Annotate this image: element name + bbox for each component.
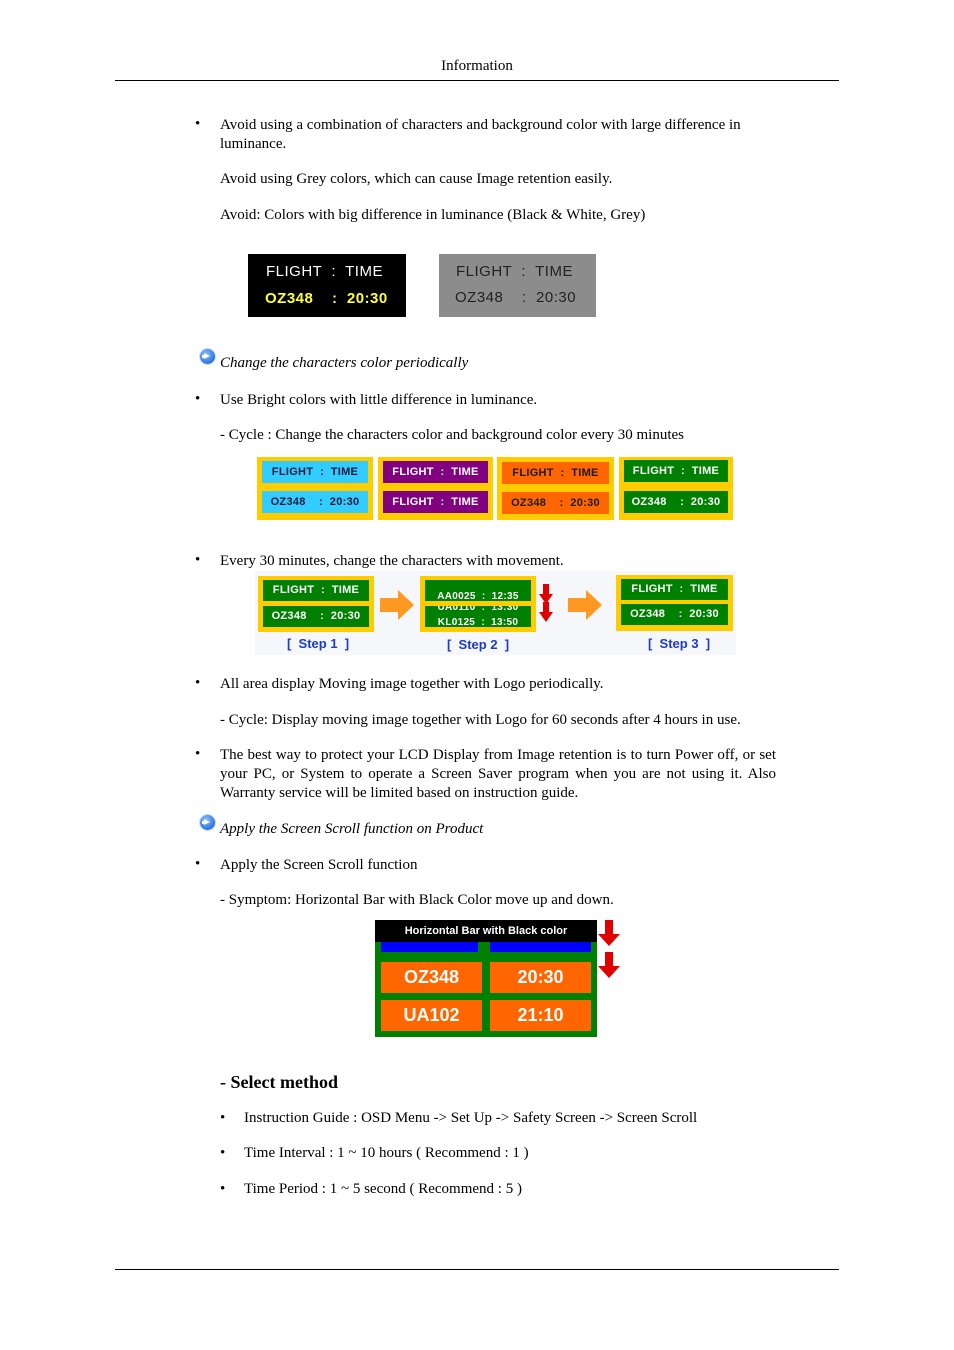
time-period-text: Time Period : 1 ~ 5 second ( Recommend :… <box>244 1181 522 1197</box>
board-row: OZ348 : 20:30 <box>262 491 368 513</box>
bullet: • <box>220 1181 226 1197</box>
panel-line-flight-number: OZ348 : 20:30 <box>265 290 388 307</box>
board-row: FLIGHT : TIME <box>262 461 368 483</box>
red-down-arrow-icon <box>598 920 620 946</box>
scrolling-row: KAT710 : 12:00 AA0025 : 12:35 <box>425 580 531 601</box>
moving-image-text: All area display Moving image together w… <box>220 676 604 692</box>
panel-line-flight-number: OZ348 : 20:30 <box>455 289 577 306</box>
board-row: FLIGHT : TIME <box>383 491 488 513</box>
orange-right-arrow-icon <box>568 590 602 620</box>
instruction-guide-text: Instruction Guide : OSD Menu -> Set Up -… <box>244 1110 698 1126</box>
step1-board: FLIGHT : TIME OZ348 : 20:30 <box>258 576 374 632</box>
panel-line-flight-time: FLIGHT : TIME <box>266 263 383 280</box>
avoid-grey-text: Avoid using Grey colors, which can cause… <box>220 171 613 187</box>
screen-scroll-text: Apply the Screen Scroll function <box>220 857 418 873</box>
black-horizontal-bar: Horizontal Bar with Black color <box>375 920 597 942</box>
avoid-luminance-text: Avoid: Colors with big difference in lum… <box>220 207 646 223</box>
arrow-circle-icon <box>200 349 215 364</box>
note-change-color: Change the characters color periodically <box>220 355 469 371</box>
step3-label: [ Step 3 ] <box>648 636 711 651</box>
symptom-text: - Symptom: Horizontal Bar with Black Col… <box>220 892 614 908</box>
screen-scroll-figure: FLIGHT TIME OZ348 20:30 UA102 21:10 Hori… <box>375 920 597 1037</box>
color-board-green: FLIGHT : TIME OZ348 : 20:30 <box>619 457 733 520</box>
note-screen-scroll: Apply the Screen Scroll function on Prod… <box>220 821 484 837</box>
black-white-example-panel: FLIGHT : TIME OZ348 : 20:30 <box>248 254 406 317</box>
bullet: • <box>195 116 201 132</box>
cell-flight-1: OZ348 <box>381 962 482 993</box>
cell-time-2: 21:10 <box>490 1000 591 1031</box>
bullet: • <box>195 675 201 691</box>
moving-image-cycle-text: - Cycle: Display moving image together w… <box>220 712 741 728</box>
board-row: KAT710 : 12:00 <box>425 580 531 583</box>
time-interval-text: Time Interval : 1 ~ 10 hours ( Recommend… <box>244 1145 529 1161</box>
board-row: OZ348 : 20:30 <box>263 606 369 627</box>
avoid-combination-text: Avoid using a combination of characters … <box>220 117 741 152</box>
footer-rule <box>115 1269 839 1270</box>
bullet: • <box>220 1145 226 1161</box>
bullet: • <box>195 391 201 407</box>
board-row: FLIGHT : TIME <box>263 580 369 601</box>
header-rule <box>115 80 839 81</box>
board-row: FLIGHT : TIME <box>624 460 728 482</box>
protection-advice-text: The best way to protect your LCD Display… <box>220 747 776 801</box>
red-down-arrow-icon <box>539 584 553 604</box>
red-down-arrow-icon <box>598 952 620 978</box>
red-down-arrow-icon <box>539 602 553 622</box>
page-header-title: Information <box>441 58 513 74</box>
step2-label: [ Step 2 ] <box>447 637 510 652</box>
arrow-circle-icon <box>200 815 215 830</box>
step2-board: KAT710 : 12:00 AA0025 : 12:35 UA0110 : 1… <box>420 576 536 632</box>
board-row: AA0025 : 12:35 <box>437 591 519 601</box>
board-row: OZ348 : 20:30 <box>621 604 728 625</box>
board-row: UA0110 : 13:30 <box>437 606 519 613</box>
board-row: FLIGHT : TIME <box>502 462 609 484</box>
color-board-cyan: FLIGHT : TIME OZ348 : 20:30 <box>257 457 373 520</box>
bullet: • <box>195 746 201 762</box>
step1-label: [ Step 1 ] <box>287 636 350 651</box>
board-row: OZ348 : 20:30 <box>502 492 609 514</box>
bullet: • <box>220 1110 226 1126</box>
scrolling-row: UA0110 : 13:30 KL0125 : 13:50 <box>425 606 531 627</box>
select-method-heading: - Select method <box>220 1072 338 1092</box>
color-board-orange: FLIGHT : TIME OZ348 : 20:30 <box>497 457 614 520</box>
board-row: FLIGHT : TIME <box>383 461 488 483</box>
bullet: • <box>195 856 201 872</box>
board-row: FLIGHT : TIME <box>621 579 728 600</box>
orange-right-arrow-icon <box>380 590 414 620</box>
grey-example-panel: FLIGHT : TIME OZ348 : 20:30 <box>439 254 596 317</box>
bright-colors-text: Use Bright colors with little difference… <box>220 392 538 408</box>
panel-line-flight-time: FLIGHT : TIME <box>456 263 573 280</box>
bullet: • <box>195 552 201 568</box>
cell-time-1: 20:30 <box>490 962 591 993</box>
cycle-text: - Cycle : Change the characters color an… <box>220 427 684 443</box>
step3-board: FLIGHT : TIME OZ348 : 20:30 <box>616 575 733 631</box>
movement-text: Every 30 minutes, change the characters … <box>220 553 564 569</box>
board-row: KL0125 : 13:50 <box>437 617 519 627</box>
cell-flight-2: UA102 <box>381 1000 482 1031</box>
board-row: OZ348 : 20:30 <box>624 491 728 513</box>
color-board-purple: FLIGHT : TIME FLIGHT : TIME <box>378 457 493 520</box>
